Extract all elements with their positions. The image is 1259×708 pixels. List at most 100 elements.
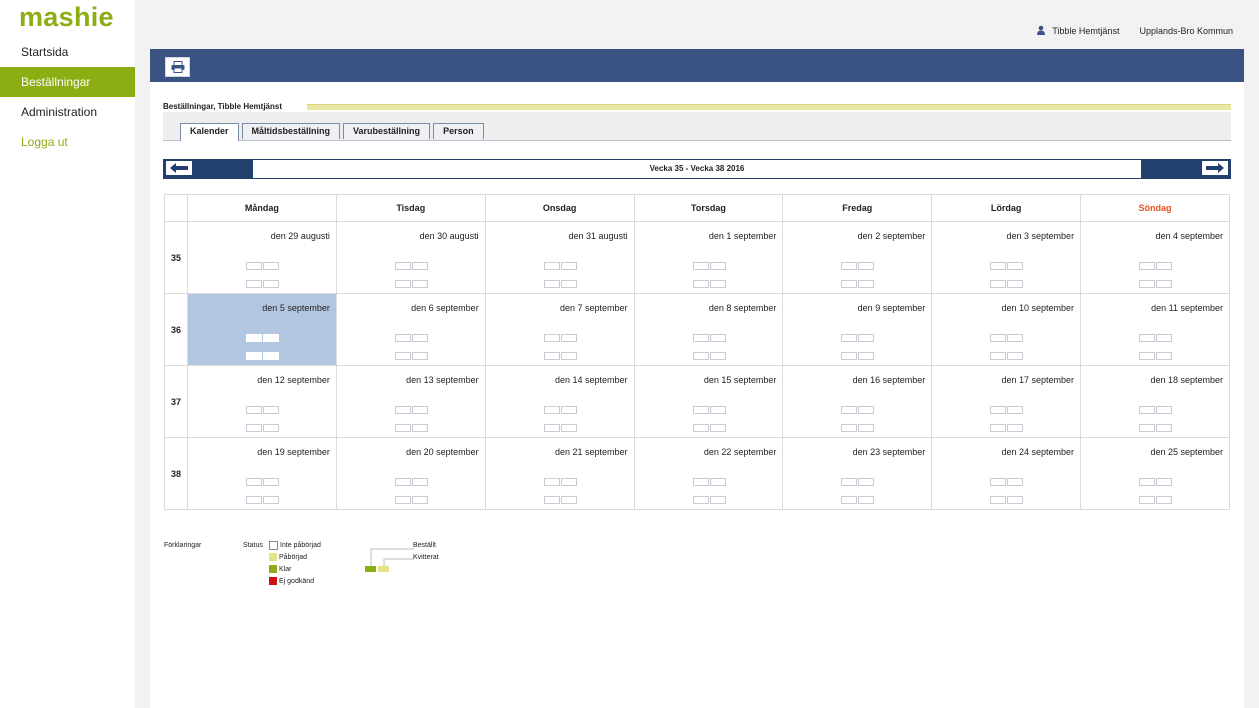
- legend-item: Påbörjad: [269, 551, 321, 563]
- user-block[interactable]: Tibble Hemtjänst: [1036, 25, 1119, 36]
- calendar-body: 35 den 29 augusti den 30 augusti den 31 aug…: [164, 221, 1230, 512]
- status-box: [246, 280, 262, 288]
- status-box: [858, 262, 875, 270]
- status-box: [263, 424, 279, 432]
- status-box: [560, 352, 577, 360]
- date-label: den 8 september: [708, 303, 777, 313]
- date-label: den 18 september: [1150, 375, 1223, 385]
- tab-person[interactable]: Person: [433, 123, 484, 139]
- status-box: [1156, 334, 1173, 342]
- calendar-day-cell[interactable]: den 31 augusti: [484, 221, 635, 296]
- calendar-day-cell[interactable]: den 30 augusti: [335, 221, 486, 294]
- status-box: [709, 262, 726, 270]
- status-box: [1139, 496, 1156, 504]
- status-box: [263, 280, 279, 288]
- order-status-boxes: [990, 476, 1024, 512]
- sidebar-item-bestallningar[interactable]: Beställningar: [0, 67, 135, 97]
- calendar-day-cell[interactable]: den 17 september: [931, 365, 1082, 440]
- sidebar-item-administration[interactable]: Administration: [0, 97, 135, 127]
- calendar-day-cell[interactable]: den 2 september: [782, 221, 933, 294]
- status-swatch-started: [269, 553, 277, 561]
- order-status-boxes: [543, 476, 578, 512]
- date-label: den 30 augusti: [419, 231, 479, 241]
- sidebar-item-logout[interactable]: Logga ut: [0, 127, 135, 157]
- status-box: [263, 352, 279, 360]
- legend-title: Förklaringar: [164, 542, 202, 549]
- date-label: den 9 september: [857, 303, 926, 313]
- previous-weeks-button[interactable]: [166, 161, 192, 175]
- calendar-day-cell[interactable]: den 29 augusti: [187, 221, 337, 294]
- calendar-day-cell[interactable]: den 8 september: [633, 293, 784, 366]
- sidebar-nav: Startsida Beställningar Administration L…: [0, 37, 135, 157]
- main-content: Beställningar, Tibble Hemtjänst Kalender…: [150, 49, 1244, 708]
- order-status-boxes: [990, 404, 1024, 440]
- status-box: [411, 424, 428, 432]
- status-box: [263, 496, 279, 504]
- calendar-day-cell[interactable]: den 7 september: [484, 293, 635, 366]
- order-status-boxes: [543, 260, 578, 296]
- status-box: [263, 406, 279, 414]
- status-box: [1007, 352, 1024, 360]
- calendar-day-cell[interactable]: den 15 september: [633, 365, 784, 438]
- calendar-day-cell[interactable]: den 1 september: [633, 221, 784, 294]
- date-label: den 29 augusti: [270, 231, 330, 241]
- sidebar-item-startsida[interactable]: Startsida: [0, 37, 135, 67]
- tab-kalender[interactable]: Kalender: [180, 123, 239, 141]
- status-box: [841, 496, 858, 504]
- order-status-boxes: [1139, 476, 1173, 512]
- order-status-boxes: [246, 332, 280, 368]
- date-label: den 6 september: [411, 303, 479, 313]
- status-box: [411, 334, 428, 342]
- calendar-day-cell[interactable]: den 13 september: [335, 365, 486, 438]
- status-box: [1139, 478, 1156, 486]
- date-label: den 10 september: [1001, 303, 1075, 313]
- calendar-day-cell[interactable]: den 21 september: [484, 437, 635, 512]
- calendar-day-cell[interactable]: den 25 september: [1080, 437, 1230, 512]
- calendar-week-row: 37 den 12 september den 13 september den 14…: [164, 365, 1230, 440]
- calendar-day-cell[interactable]: den 3 september: [931, 221, 1082, 296]
- calendar-day-cell[interactable]: den 11 september: [1080, 293, 1230, 366]
- calendar-day-cell[interactable]: den 14 september: [484, 365, 635, 438]
- status-box: [990, 280, 1007, 288]
- status-box: [394, 478, 411, 486]
- status-swatch-rejected: [269, 577, 277, 585]
- print-button[interactable]: [165, 57, 190, 77]
- tab-maltidsbestallning[interactable]: Måltidsbeställning: [241, 123, 341, 139]
- next-weeks-button[interactable]: [1202, 161, 1228, 175]
- tab-varubestallning[interactable]: Varubeställning: [343, 123, 431, 139]
- calendar-day-cell[interactable]: den 16 september: [782, 365, 933, 438]
- status-box: [692, 262, 709, 270]
- calendar-day-cell[interactable]: den 6 september: [335, 293, 486, 366]
- date-label: den 7 september: [559, 303, 628, 313]
- organization-name[interactable]: Upplands-Bro Kommun: [1139, 26, 1233, 36]
- status-box: [1156, 406, 1173, 414]
- order-status-boxes: [990, 260, 1024, 296]
- calendar-day-cell[interactable]: den 23 september: [782, 437, 933, 510]
- user-icon: [1037, 25, 1046, 35]
- app-logo[interactable]: mashie: [19, 2, 114, 33]
- status-box: [692, 424, 709, 432]
- calendar-day-cell[interactable]: den 18 september: [1080, 365, 1230, 438]
- calendar-day-cell[interactable]: den 4 september: [1080, 221, 1230, 294]
- status-box: [263, 334, 279, 342]
- calendar-day-cell[interactable]: den 20 september: [335, 437, 486, 510]
- calendar-day-cell[interactable]: den 9 september: [782, 293, 933, 366]
- calendar-day-cell[interactable]: den 5 september: [187, 293, 337, 368]
- status-box: [858, 406, 875, 414]
- legend-status-label: Status: [243, 542, 263, 549]
- status-box: [1139, 262, 1156, 270]
- date-label: den 4 september: [1155, 231, 1223, 241]
- legend-item: Klar: [269, 563, 321, 575]
- calendar-day-cell[interactable]: den 24 september: [931, 437, 1082, 512]
- calendar-day-cell[interactable]: den 19 september: [187, 437, 337, 510]
- status-box: [394, 262, 411, 270]
- status-box: [1007, 262, 1024, 270]
- status-box: [841, 334, 858, 342]
- legend-label: Påbörjad: [279, 553, 308, 561]
- calendar-day-cell[interactable]: den 10 september: [931, 293, 1082, 366]
- status-box: [858, 352, 875, 360]
- calendar-table: Måndag Tisdag Onsdag Torsdag Fredag Lörd…: [164, 194, 1230, 510]
- calendar-day-cell[interactable]: den 12 september: [187, 365, 337, 438]
- confirmed-indicator: [378, 566, 389, 572]
- calendar-day-cell[interactable]: den 22 september: [633, 437, 784, 510]
